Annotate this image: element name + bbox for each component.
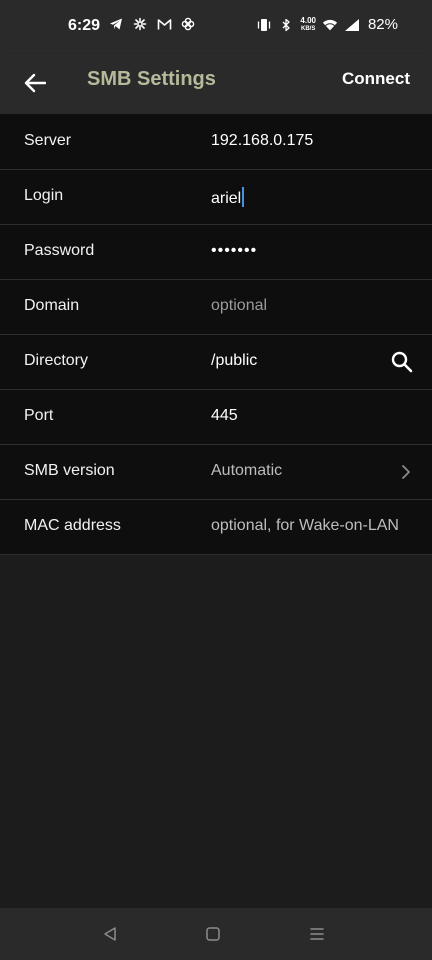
directory-label: Directory bbox=[24, 352, 89, 369]
signal-icon bbox=[344, 17, 360, 33]
settings-list: Server 192.168.0.175 Login ariel Passwor… bbox=[0, 115, 432, 555]
fan-icon bbox=[180, 16, 196, 32]
smb-version-label: SMB version bbox=[24, 462, 115, 479]
wifi-icon bbox=[322, 17, 338, 33]
nav-home-button[interactable] bbox=[201, 922, 225, 946]
directory-field[interactable]: /public bbox=[211, 352, 371, 370]
domain-label: Domain bbox=[24, 297, 80, 314]
connect-button[interactable]: Connect bbox=[342, 67, 410, 91]
login-field[interactable]: ariel bbox=[211, 187, 404, 208]
smb-version-select[interactable]: Automatic bbox=[211, 462, 404, 480]
domain-field[interactable]: optional bbox=[211, 297, 404, 315]
page-title: SMB Settings bbox=[87, 68, 216, 90]
password-label: Password bbox=[24, 242, 95, 259]
login-label: Login bbox=[24, 187, 64, 204]
smb-version-row[interactable]: SMB version Automatic bbox=[0, 445, 432, 500]
back-button[interactable] bbox=[18, 66, 52, 100]
notification-icons bbox=[108, 16, 196, 32]
pinwheel-icon bbox=[132, 16, 148, 32]
status-bar: 6:29 4.00 KB/S 82% bbox=[0, 0, 432, 54]
mac-address-field[interactable]: optional, for Wake-on-LAN bbox=[211, 517, 404, 535]
login-row[interactable]: Login ariel bbox=[0, 170, 432, 225]
app-bar: SMB Settings Connect bbox=[0, 54, 432, 114]
back-nav-icon bbox=[104, 927, 116, 941]
text-cursor bbox=[242, 187, 245, 207]
net-speed-unit: KB/S bbox=[301, 25, 316, 32]
net-speed-value: 4.00 bbox=[300, 15, 316, 25]
browse-directory-button[interactable] bbox=[388, 348, 416, 376]
mac-address-row[interactable]: MAC address optional, for Wake-on-LAN bbox=[0, 500, 432, 555]
net-speed: 4.00 KB/S bbox=[300, 15, 316, 33]
port-label: Port bbox=[24, 407, 54, 424]
system-icons: 4.00 KB/S 82% bbox=[256, 16, 398, 33]
port-field[interactable]: 445 bbox=[211, 407, 404, 425]
home-nav-icon bbox=[206, 927, 220, 941]
directory-row[interactable]: Directory /public bbox=[0, 335, 432, 390]
search-icon bbox=[391, 351, 413, 373]
navigation-bar bbox=[0, 908, 432, 960]
bluetooth-icon bbox=[278, 17, 294, 33]
nav-back-button[interactable] bbox=[98, 922, 122, 946]
battery-level: 82% bbox=[367, 16, 398, 33]
telegram-icon bbox=[108, 16, 124, 32]
mac-address-label: MAC address bbox=[24, 517, 121, 534]
status-time: 6:29 bbox=[68, 17, 101, 34]
gmail-icon bbox=[156, 16, 172, 32]
vibrate-icon bbox=[256, 17, 272, 33]
server-field[interactable]: 192.168.0.175 bbox=[211, 132, 404, 150]
password-row[interactable]: Password ••••••• bbox=[0, 225, 432, 280]
chevron-right-icon bbox=[402, 465, 410, 479]
port-row[interactable]: Port 445 bbox=[0, 390, 432, 445]
arrow-back-icon bbox=[24, 73, 46, 93]
nav-recents-button[interactable] bbox=[305, 922, 329, 946]
recents-nav-icon bbox=[310, 928, 324, 940]
domain-row[interactable]: Domain optional bbox=[0, 280, 432, 335]
server-row[interactable]: Server 192.168.0.175 bbox=[0, 115, 432, 170]
login-value: ariel bbox=[211, 190, 242, 207]
server-label: Server bbox=[24, 132, 72, 149]
password-field[interactable]: ••••••• bbox=[211, 242, 404, 260]
